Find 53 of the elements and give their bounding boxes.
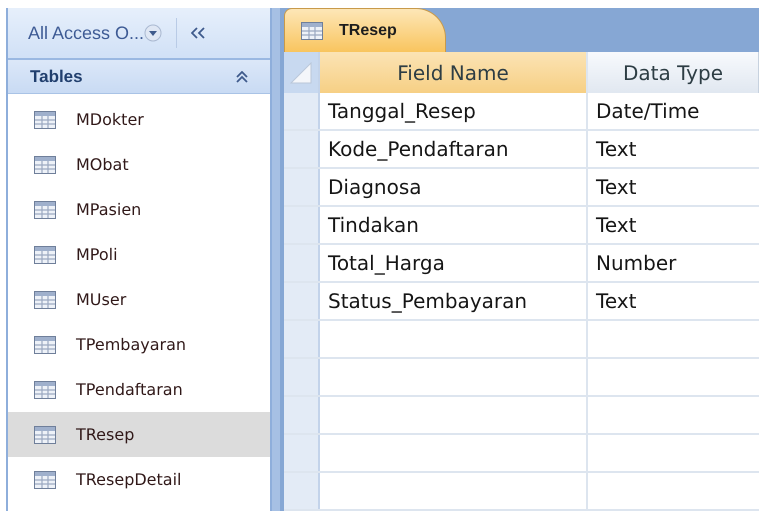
row-selector[interactable] xyxy=(284,397,320,433)
table-icon xyxy=(34,246,56,264)
collapse-pane-icon[interactable] xyxy=(191,27,206,39)
field-name-cell[interactable]: Kode_Pendaftaran xyxy=(320,131,588,167)
table-icon xyxy=(34,380,56,398)
table-icon xyxy=(34,426,56,444)
table-list-item[interactable]: TPendaftaran xyxy=(8,367,270,412)
table-icon xyxy=(34,200,56,218)
data-type-cell[interactable]: Text xyxy=(588,131,759,167)
field-name-cell[interactable]: Total_Harga xyxy=(320,245,588,281)
field-name-cell[interactable]: Tindakan xyxy=(320,207,588,243)
pane-title: All Access O... xyxy=(28,22,144,44)
data-type-cell[interactable]: Text xyxy=(588,207,759,243)
row-selector[interactable] xyxy=(284,169,320,205)
table-list-item[interactable]: TResep xyxy=(8,412,270,457)
column-header[interactable]: Field Name xyxy=(320,52,588,93)
table-icon xyxy=(34,156,56,174)
table-list-item[interactable]: MUser xyxy=(8,277,270,322)
select-all-icon[interactable] xyxy=(290,62,312,84)
table-list-item[interactable]: TPembayaran xyxy=(8,322,270,367)
row-selector[interactable] xyxy=(284,321,320,357)
dropdown-icon[interactable] xyxy=(144,24,162,42)
row-selector[interactable] xyxy=(284,435,320,471)
table-icon xyxy=(34,470,56,488)
field-name-cell[interactable]: Status_Pembayaran xyxy=(320,283,588,319)
field-name-cell[interactable]: Tanggal_Resep xyxy=(320,93,588,129)
row-selector[interactable] xyxy=(284,207,320,243)
data-type-cell[interactable]: Text xyxy=(588,169,759,205)
field-name-cell[interactable]: Diagnosa xyxy=(320,169,588,205)
data-type-cell[interactable]: Text xyxy=(588,283,759,319)
pane-splitter[interactable] xyxy=(272,8,280,511)
table-icon xyxy=(34,290,56,308)
table-list-item[interactable]: MObat xyxy=(8,142,270,187)
data-type-cell[interactable]: Number xyxy=(588,245,759,281)
row-selector[interactable] xyxy=(284,131,320,167)
table-list-item[interactable]: MPasien xyxy=(8,187,270,232)
table-list-item[interactable]: MPoli xyxy=(8,232,270,277)
table-list-item[interactable]: MDokter xyxy=(8,97,270,142)
table-icon xyxy=(34,110,56,128)
table-icon xyxy=(34,336,56,354)
row-selector[interactable] xyxy=(284,283,320,319)
section-header[interactable]: Tables xyxy=(8,60,270,94)
data-type-cell[interactable]: Date/Time xyxy=(588,93,759,129)
row-selector[interactable] xyxy=(284,359,320,395)
column-header[interactable]: Data Type xyxy=(588,52,759,93)
table-icon xyxy=(301,22,323,40)
document-tab[interactable]: TResep xyxy=(284,8,446,52)
table-list-item[interactable]: TResepDetail xyxy=(8,457,270,502)
row-selector[interactable] xyxy=(284,93,320,129)
row-selector[interactable] xyxy=(284,245,320,281)
collapse-icon[interactable] xyxy=(236,70,248,82)
section-title: Tables xyxy=(30,66,83,88)
row-selector[interactable] xyxy=(284,473,320,509)
